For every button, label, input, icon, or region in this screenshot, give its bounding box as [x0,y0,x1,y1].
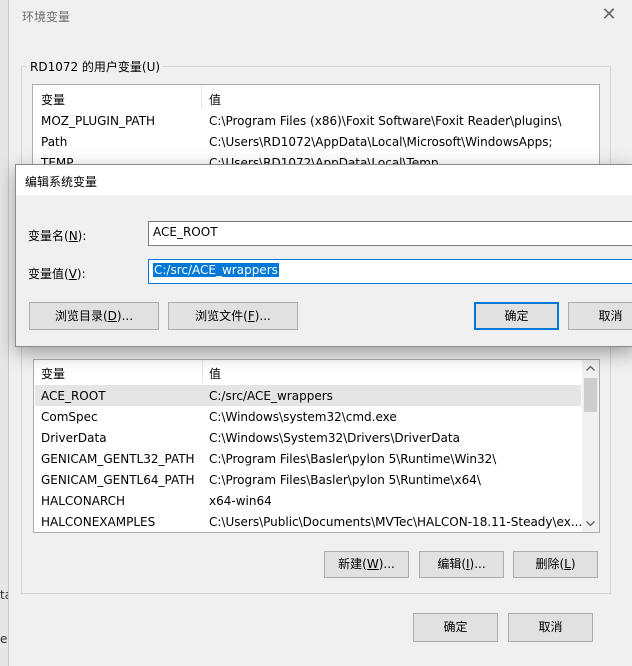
variable-name-cell: Path [41,135,68,149]
value-label-end: ): [76,267,86,281]
cancel-button[interactable]: 取消 [508,613,593,642]
table-row[interactable]: GENICAM_GENTL64_PATH C:\Program Files\Ba… [35,469,581,490]
scroll-up-arrow-icon[interactable] [582,360,599,377]
table-row[interactable]: DriverData C:\Windows\System32\Drivers\D… [35,427,581,448]
system-list-header: 变量 值 [34,360,582,384]
column-header-variable[interactable]: 变量 [41,91,65,108]
delete-button-label-end: ) [570,557,576,571]
user-variables-group-label: RD1072 的用户变量(U) [27,58,164,75]
table-row[interactable]: MOZ_PLUGIN_PATH C:\Program Files (x86)\F… [34,110,562,131]
column-divider[interactable] [201,85,202,108]
delete-button-accesskey: L [564,557,571,571]
browse-file-label-end: )... [254,309,271,323]
table-row[interactable]: Path C:\Users\RD1072\AppData\Local\Micro… [34,131,560,152]
edit-button-label-end: )... [469,557,486,571]
variable-name-input[interactable]: ACE_ROOT [148,221,632,246]
browse-file-button[interactable]: 浏览文件(F)... [168,302,298,330]
table-row[interactable]: GENICAM_GENTL32_PATH C:\Program Files\Ba… [35,448,581,469]
variable-name-cell: MOZ_PLUGIN_PATH [41,114,156,128]
variable-value-cell: C:\Users\Public\Documents\MVTec\HALCON-1… [209,515,583,529]
new-button-label: 新建( [338,557,367,571]
variable-value-cell: C:\Windows\System32\Drivers\DriverData [209,431,460,445]
browse-dir-accesskey: D [107,309,117,323]
name-label-end: ): [77,229,87,243]
new-button-accesskey: W [366,557,379,571]
variable-value-cell: C:/src/ACE_wrappers [209,389,333,403]
column-header-value[interactable]: 值 [209,91,221,108]
variable-name-value: ACE_ROOT [153,225,218,239]
scroll-thumb[interactable] [584,378,597,412]
variable-name-cell: ACE_ROOT [41,389,106,403]
column-header-variable[interactable]: 变量 [41,365,65,382]
variable-value-label: 变量值(V): [28,265,86,282]
edit-button-label: 编辑( [437,557,466,571]
dialog-cancel-button[interactable]: 取消 [568,302,632,330]
new-variable-button[interactable]: 新建(W)... [324,551,409,578]
scroll-down-arrow-icon[interactable] [582,515,599,532]
column-divider[interactable] [202,360,203,383]
new-button-label-end: )... [378,557,395,571]
dialog-ok-button[interactable]: 确定 [474,302,559,330]
variable-name-cell: GENICAM_GENTL32_PATH [41,452,195,466]
delete-button-label: 删除( [535,557,565,571]
variable-value-input[interactable]: C:/src/ACE_wrappers [148,259,632,284]
value-label-text: 变量值( [28,267,69,281]
column-header-value[interactable]: 值 [209,365,221,382]
ok-button[interactable]: 确定 [413,613,498,642]
value-label-accesskey: V [68,267,77,281]
user-variables-list[interactable]: 变量 值 MOZ_PLUGIN_PATH C:\Program Files (x… [32,84,600,174]
variable-name-cell: HALCONEXAMPLES [41,515,156,529]
browse-dir-label-end: )... [116,309,134,323]
table-row[interactable]: HALCONEXAMPLES C:\Users\Public\Documents… [35,511,583,532]
system-variables-list[interactable]: 变量 值 ACE_ROOT C:/src/ACE_wrappers ComSpe… [33,359,600,533]
name-label-text: 变量名( [28,229,69,243]
edit-variable-button[interactable]: 编辑(I)... [419,551,504,578]
dialog-titlebar[interactable]: 编辑系统变量 [16,165,632,195]
table-row-selected[interactable]: ACE_ROOT C:/src/ACE_wrappers [35,385,581,406]
close-icon[interactable]: ✕ [598,4,620,26]
browse-file-accesskey: F [247,309,255,323]
window-title: 环境变量 [22,10,71,24]
variable-value-selected-text: C:/src/ACE_wrappers [153,263,279,277]
variable-value-cell: C:\Users\RD1072\AppData\Local\Microsoft\… [209,135,553,149]
background-window-edge [0,0,8,666]
variable-value-cell: x64-win64 [209,494,272,508]
background-text-fragment: e [0,632,8,646]
variable-name-cell: GENICAM_GENTL64_PATH [41,473,195,487]
variable-name-cell: DriverData [41,431,107,445]
browse-dir-label: 浏览目录( [54,309,108,323]
user-list-header: 变量 值 [33,85,599,109]
variable-name-cell: HALCONARCH [41,494,126,508]
edit-system-variable-dialog: 编辑系统变量 变量名(N): ACE_ROOT 变量值(V): C:/src/A… [15,164,632,347]
table-row[interactable]: HALCONARCH x64-win64 [35,490,581,511]
table-row[interactable]: ComSpec C:\Windows\system32\cmd.exe [35,406,581,427]
browse-file-label: 浏览文件( [195,309,248,323]
variable-value-cell: C:\Windows\system32\cmd.exe [209,410,397,424]
variable-name-label: 变量名(N): [28,227,86,244]
browse-directory-button[interactable]: 浏览目录(D)... [29,302,159,330]
variable-name-cell: ComSpec [41,410,98,424]
variable-value-cell: C:\Program Files\Basler\pylon 5\Runtime\… [209,452,497,466]
name-label-accesskey: N [68,229,78,243]
delete-variable-button[interactable]: 删除(L) [513,551,598,578]
variable-value-cell: C:\Program Files\Basler\pylon 5\Runtime\… [209,473,481,487]
variable-value-cell: C:\Program Files (x86)\Foxit Software\Fo… [209,114,562,128]
vertical-scrollbar[interactable] [582,360,599,532]
dialog-title: 编辑系统变量 [25,175,98,189]
